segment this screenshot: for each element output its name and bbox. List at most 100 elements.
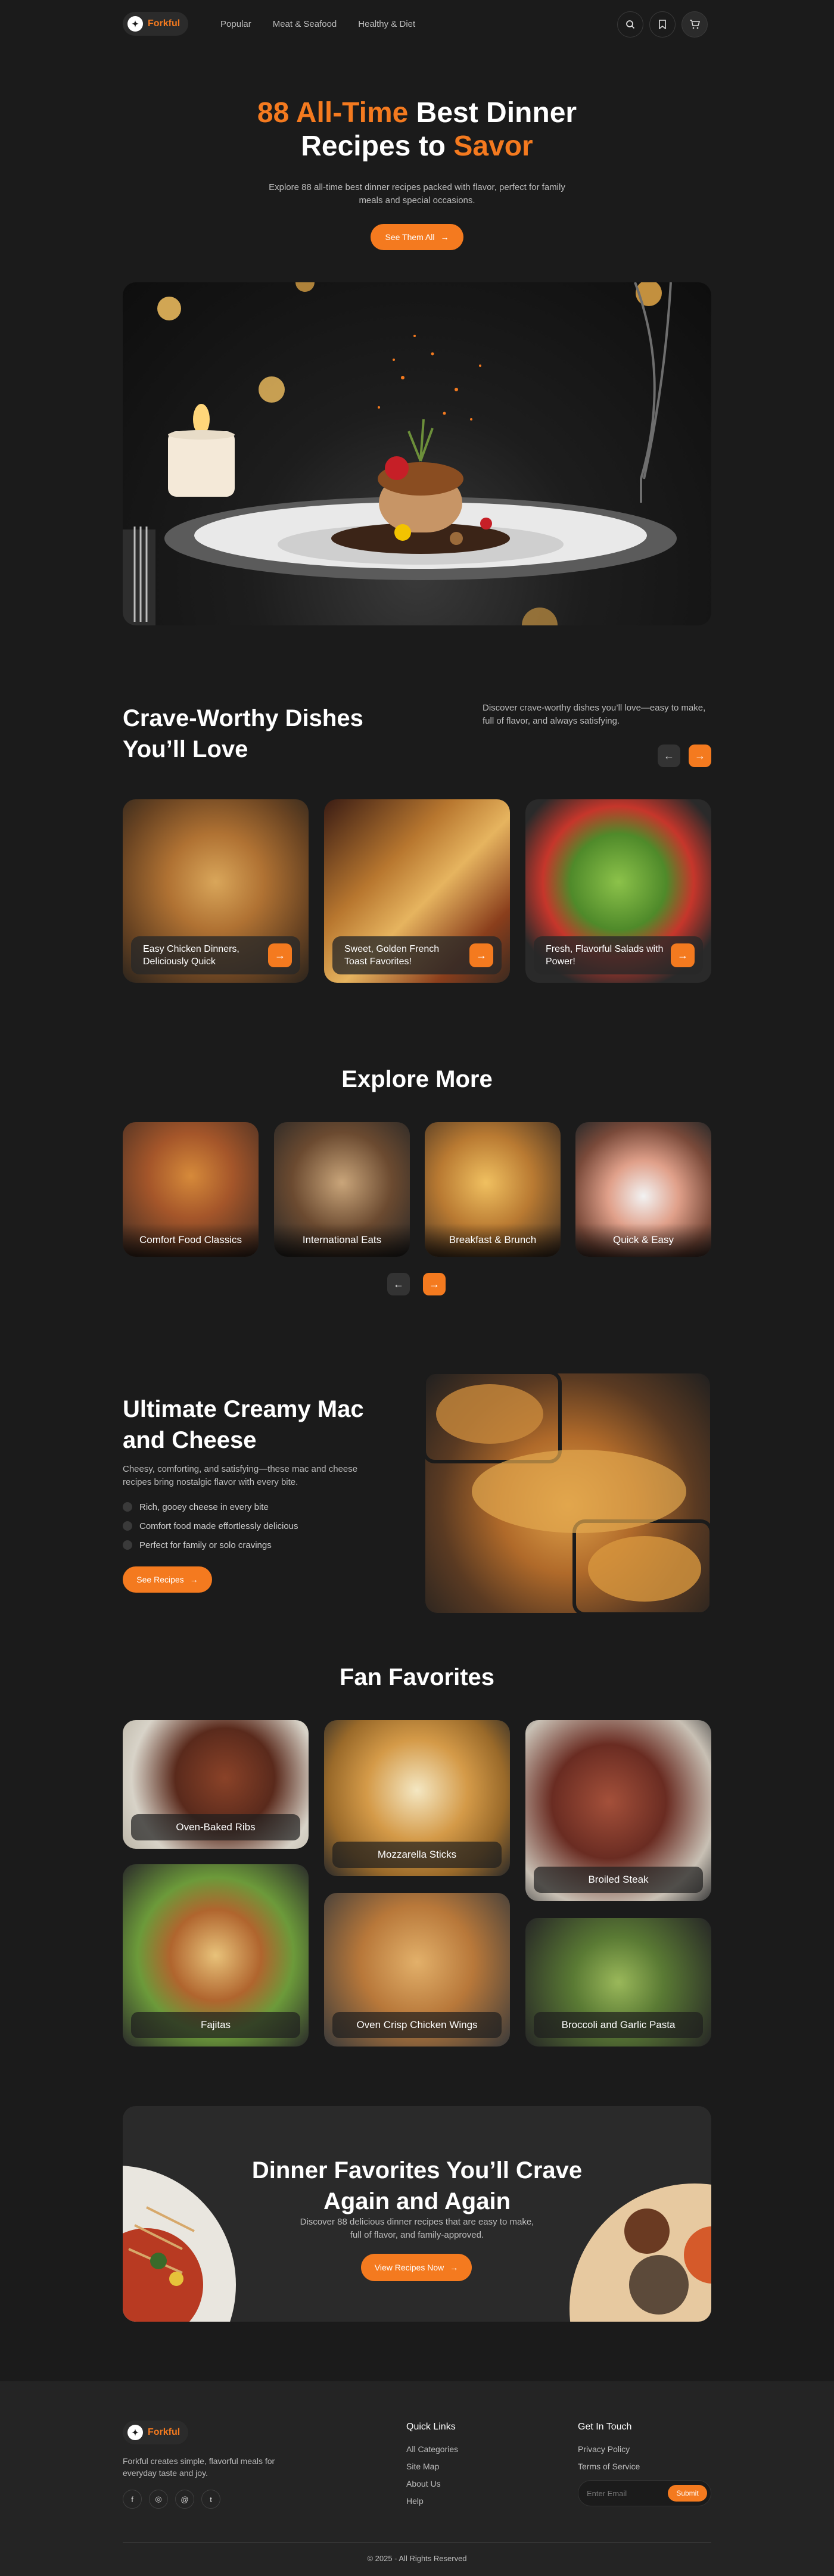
fan-card-label: Mozzarella Sticks bbox=[332, 1842, 502, 1868]
fan-card-chicken-wings[interactable]: Oven Crisp Chicken Wings bbox=[324, 1893, 510, 2047]
fan-card-oven-baked-ribs[interactable]: Oven-Baked Ribs bbox=[123, 1720, 309, 1849]
footer-link-all-categories[interactable]: All Categories bbox=[406, 2441, 458, 2458]
fan-card-mozzarella-sticks[interactable]: Mozzarella Sticks bbox=[324, 1720, 510, 1876]
fan-card-broccoli-pasta[interactable]: Broccoli and Garlic Pasta bbox=[525, 1918, 711, 2047]
arrow-left-icon: ← bbox=[393, 1278, 404, 1290]
arrow-right-icon[interactable]: → bbox=[469, 943, 493, 967]
mac-section-title: Ultimate Creamy Mac and Cheese bbox=[123, 1396, 364, 1453]
nav-link-popular[interactable]: Popular bbox=[220, 19, 251, 29]
cart-icon bbox=[690, 20, 700, 29]
top-nav: ✦ Forkful Popular Meat & Seafood Healthy… bbox=[0, 0, 834, 49]
footer-brand-name: Forkful bbox=[148, 2427, 181, 2437]
explore-prev-button[interactable]: ← bbox=[387, 1273, 410, 1295]
fan-card-label: Fajitas bbox=[131, 2012, 300, 2038]
see-them-all-button[interactable]: See Them All → bbox=[371, 224, 463, 250]
explore-section-title: Explore More bbox=[341, 1066, 493, 1092]
fan-card-label: Broccoli and Garlic Pasta bbox=[534, 2012, 703, 2038]
crave-card-label: Easy Chicken Dinners, Deliciously Quick bbox=[143, 944, 239, 967]
footer-brand-logo[interactable]: ✦ Forkful bbox=[123, 2421, 189, 2444]
mac-feature-text: Perfect for family or solo cravings bbox=[139, 1540, 272, 1550]
crave-card-caption: Easy Chicken Dinners, Deliciously Quick … bbox=[131, 936, 300, 974]
search-icon bbox=[626, 20, 635, 29]
fan-card-label: Oven-Baked Ribs bbox=[131, 1814, 300, 1840]
nav-link-meat-seafood[interactable]: Meat & Seafood bbox=[273, 19, 337, 29]
fan-card-broiled-steak[interactable]: Broiled Steak bbox=[525, 1720, 711, 1901]
hero-title-text: Best Dinner bbox=[408, 97, 577, 129]
arrow-right-icon: → bbox=[189, 1575, 198, 1584]
footer-link-terms[interactable]: Terms of Service bbox=[578, 2458, 640, 2475]
fans-section-title: Fan Favorites bbox=[339, 1664, 495, 1690]
hero-subtitle: Explore 88 all-time best dinner recipes … bbox=[269, 182, 565, 205]
see-them-all-label: See Them All bbox=[385, 232, 435, 242]
crave-card-salad[interactable]: Fresh, Flavorful Salads with Power! → bbox=[525, 799, 711, 983]
crave-card-label: Fresh, Flavorful Salads with Power! bbox=[546, 944, 664, 967]
get-in-touch-list: Privacy Policy Terms of Service bbox=[578, 2441, 640, 2475]
email-input[interactable] bbox=[587, 2486, 664, 2500]
quick-links-title: Quick Links bbox=[406, 2422, 456, 2432]
nav-link-healthy-diet[interactable]: Healthy & Diet bbox=[358, 19, 415, 29]
category-card-quick-easy[interactable]: Quick & Easy bbox=[575, 1122, 711, 1257]
mac-section-subtitle: Cheesy, comforting, and satisfying—these… bbox=[123, 1464, 358, 1487]
instagram-icon[interactable]: ◎ bbox=[149, 2490, 168, 2509]
facebook-icon[interactable]: f bbox=[123, 2490, 142, 2509]
footer-link-about-us[interactable]: About Us bbox=[406, 2475, 458, 2493]
category-card-comfort-food[interactable]: Comfort Food Classics bbox=[123, 1122, 259, 1257]
bookmark-button[interactable] bbox=[649, 11, 676, 38]
category-label: Quick & Easy bbox=[575, 1223, 711, 1257]
fan-card-fajitas[interactable]: Fajitas bbox=[123, 1864, 309, 2047]
hero-title-highlight-2: Savor bbox=[453, 130, 533, 162]
footer-link-privacy-policy[interactable]: Privacy Policy bbox=[578, 2441, 640, 2458]
crave-card-caption: Sweet, Golden French Toast Favorites! → bbox=[332, 936, 502, 974]
arrow-right-icon: → bbox=[429, 1278, 440, 1290]
crave-next-button[interactable]: → bbox=[689, 745, 711, 767]
hero-image bbox=[123, 282, 711, 625]
footer-link-site-map[interactable]: Site Map bbox=[406, 2458, 458, 2475]
hero-dish-illustration bbox=[123, 282, 677, 625]
cart-button[interactable] bbox=[681, 11, 708, 38]
arrow-left-icon: ← bbox=[664, 749, 674, 762]
arrow-right-icon: → bbox=[695, 749, 705, 762]
category-label: Comfort Food Classics bbox=[123, 1223, 259, 1257]
mac-cheese-illustration bbox=[424, 1372, 711, 1614]
mac-feature-text: Comfort food made effortlessly delicious bbox=[139, 1521, 298, 1531]
brand-name: Forkful bbox=[148, 18, 181, 29]
brand-logo[interactable]: ✦ Forkful bbox=[123, 12, 189, 36]
view-recipes-now-button[interactable]: View Recipes Now → bbox=[361, 2254, 472, 2281]
bookmark-icon bbox=[659, 20, 666, 29]
crave-card-french-toast[interactable]: Sweet, Golden French Toast Favorites! → bbox=[324, 799, 510, 983]
crave-card-label: Sweet, Golden French Toast Favorites! bbox=[344, 944, 440, 967]
footer-divider bbox=[123, 2542, 711, 2543]
cta-subtitle: Discover 88 delicious dinner recipes tha… bbox=[300, 2217, 534, 2240]
category-label: International Eats bbox=[274, 1223, 410, 1257]
hero-title-line-1: 88 All-Time Best Dinner bbox=[0, 96, 834, 130]
logo-icon: ✦ bbox=[127, 16, 143, 32]
footer-tagline: Forkful creates simple, flavorful meals … bbox=[123, 2456, 275, 2478]
arrow-right-icon[interactable]: → bbox=[671, 943, 695, 967]
cta-banner: Dinner Favorites You’ll Crave Again and … bbox=[123, 2106, 711, 2322]
get-in-touch-title: Get In Touch bbox=[578, 2422, 632, 2432]
cta-title: Dinner Favorites You’ll Crave Again and … bbox=[251, 2157, 583, 2214]
search-button[interactable] bbox=[617, 11, 643, 38]
logo-icon: ✦ bbox=[127, 2425, 143, 2440]
explore-next-button[interactable]: → bbox=[423, 1273, 446, 1295]
arrow-right-icon: → bbox=[450, 2263, 459, 2272]
mac-feature-item: Comfort food made effortlessly delicious bbox=[123, 1516, 298, 1535]
category-card-breakfast-brunch[interactable]: Breakfast & Brunch bbox=[425, 1122, 561, 1257]
mac-cheese-image bbox=[424, 1372, 711, 1614]
crave-prev-button[interactable]: ← bbox=[658, 745, 680, 767]
view-recipes-now-label: View Recipes Now bbox=[374, 2263, 444, 2272]
submit-button[interactable]: Submit bbox=[668, 2485, 707, 2502]
mac-feature-list: Rich, gooey cheese in every bite Comfort… bbox=[123, 1497, 298, 1555]
threads-icon[interactable]: @ bbox=[175, 2490, 194, 2509]
copyright: © 2025 - All Rights Reserved bbox=[367, 2554, 467, 2563]
hero-title-highlight: 88 All-Time bbox=[257, 97, 409, 129]
arrow-right-icon[interactable]: → bbox=[268, 943, 292, 967]
twitter-icon[interactable]: t bbox=[201, 2490, 220, 2509]
crave-card-chicken[interactable]: Easy Chicken Dinners, Deliciously Quick … bbox=[123, 799, 309, 983]
see-recipes-button[interactable]: See Recipes → bbox=[123, 1566, 212, 1593]
fan-card-label: Oven Crisp Chicken Wings bbox=[332, 2012, 502, 2038]
hero-title-line-2: Recipes to Savor bbox=[0, 130, 834, 163]
footer-link-help[interactable]: Help bbox=[406, 2493, 458, 2510]
see-recipes-label: See Recipes bbox=[136, 1575, 184, 1584]
category-card-international-eats[interactable]: International Eats bbox=[274, 1122, 410, 1257]
